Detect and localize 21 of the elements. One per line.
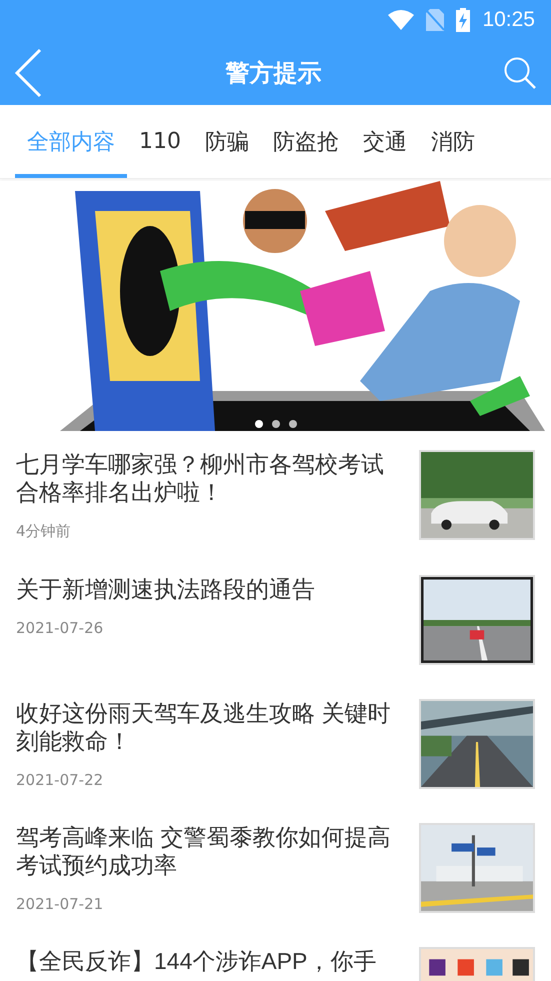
article-time: 2021-07-26: [16, 619, 104, 637]
article-time: 4分钟前: [16, 522, 72, 541]
article-time: 2021-07-22: [16, 771, 104, 789]
search-button[interactable]: [503, 56, 537, 90]
category-tab[interactable]: 110: [127, 105, 193, 178]
article-title[interactable]: 关于新增测速执法路段的通告: [16, 575, 401, 603]
category-tab[interactable]: 消防: [419, 105, 487, 178]
article-title[interactable]: 驾考高峰来临 交警蜀黍教你如何提高考试预约成功率: [16, 823, 401, 879]
no-sim-icon: [426, 9, 444, 31]
wifi-icon: [388, 10, 414, 30]
article-title[interactable]: 【全民反诈】144个涉诈APP，你手: [16, 947, 401, 975]
article-time: 2021-07-21: [16, 895, 104, 913]
article-title[interactable]: 收好这份雨天驾车及逃生攻略 关键时刻能救命！: [16, 699, 401, 755]
battery-charging-icon: [456, 8, 470, 32]
status-time: 10:25: [482, 8, 535, 32]
page-title: 警方提示: [226, 58, 322, 88]
category-tab[interactable]: 交通: [351, 105, 419, 178]
category-tab[interactable]: 防盗抢: [261, 105, 351, 178]
article-title[interactable]: 七月学车哪家强？柳州市各驾校考试合格率排名出炉啦！: [16, 450, 401, 506]
back-button[interactable]: [14, 48, 44, 98]
category-tab[interactable]: 防骗: [193, 105, 261, 178]
